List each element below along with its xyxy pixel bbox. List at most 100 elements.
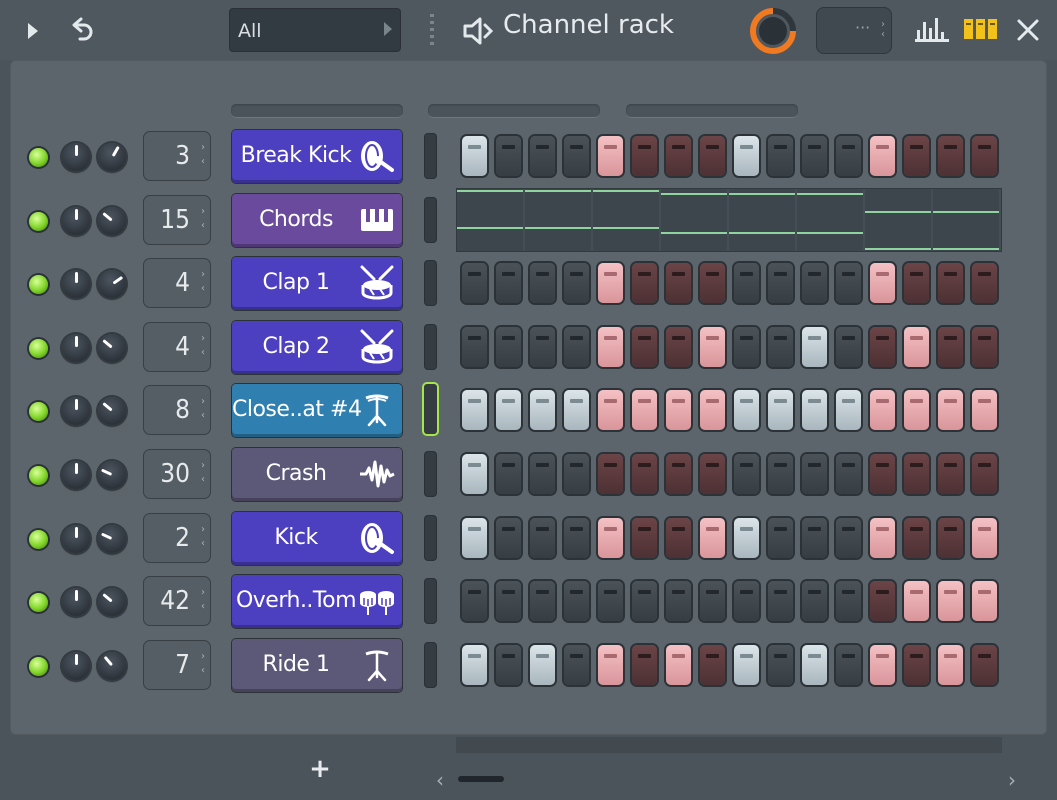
channel-mute-led[interactable] [29,657,48,676]
channel-filter-dropdown[interactable]: All [229,8,401,52]
step-button[interactable] [904,263,929,303]
group-bar-3[interactable] [626,104,798,118]
step-button[interactable] [564,136,589,176]
step-button[interactable] [700,327,725,367]
step-button[interactable] [598,645,623,685]
step-button[interactable] [530,390,555,430]
step-button[interactable] [564,645,589,685]
step-button[interactable] [938,645,963,685]
step-button[interactable] [564,581,589,621]
channel-mute-led[interactable] [29,402,48,421]
step-button[interactable] [496,136,521,176]
step-button[interactable] [802,263,827,303]
step-button[interactable] [598,454,623,494]
step-button[interactable] [836,454,861,494]
step-button[interactable] [870,518,895,558]
step-button[interactable] [870,454,895,494]
step-button[interactable] [802,581,827,621]
step-button[interactable] [836,581,861,621]
step-button[interactable] [598,581,623,621]
step-button[interactable] [496,518,521,558]
channel-pan-knob[interactable] [62,525,90,553]
step-button[interactable] [564,390,589,430]
scroll-thumb[interactable] [458,776,504,782]
step-button[interactable] [496,390,521,430]
step-button[interactable] [768,136,793,176]
step-button[interactable] [496,581,521,621]
swing-knob[interactable] [750,8,796,54]
step-button[interactable] [598,136,623,176]
channel-pan-knob[interactable] [62,397,90,425]
step-button[interactable] [768,454,793,494]
piano-roll-preview[interactable] [456,188,1002,252]
mixer-track-selector[interactable]: 3 › ‹ [143,131,211,181]
channel-select-indicator[interactable] [425,134,436,178]
step-button[interactable] [462,136,487,176]
step-button[interactable] [666,645,691,685]
step-button[interactable] [734,454,759,494]
group-bar-1[interactable] [231,104,403,118]
step-button[interactable] [564,263,589,303]
step-button[interactable] [734,263,759,303]
channel-button[interactable]: Kick [232,512,402,565]
step-button[interactable] [836,327,861,367]
step-button[interactable] [530,263,555,303]
step-button[interactable] [700,581,725,621]
step-button[interactable] [802,645,827,685]
step-button[interactable] [564,518,589,558]
step-button[interactable] [802,454,827,494]
step-button[interactable] [972,263,997,303]
step-button[interactable] [938,581,963,621]
step-button[interactable] [462,518,487,558]
mixer-track-selector[interactable]: 30 › ‹ [143,449,211,499]
step-button[interactable] [768,518,793,558]
scroll-right-icon[interactable]: › [1008,768,1016,792]
step-button[interactable] [462,454,487,494]
channel-button[interactable]: Crash [232,448,402,501]
step-button[interactable] [972,581,997,621]
step-button[interactable] [870,136,895,176]
step-button[interactable] [734,327,759,367]
step-button[interactable] [836,263,861,303]
step-button[interactable] [666,390,691,430]
mixer-track-selector[interactable]: 8 › ‹ [143,385,211,435]
step-button[interactable] [972,645,997,685]
step-button[interactable] [904,390,929,430]
step-button[interactable] [734,645,759,685]
channel-button[interactable]: Break Kick [232,130,402,183]
step-button[interactable] [768,390,793,430]
step-button[interactable] [836,136,861,176]
step-button[interactable] [700,263,725,303]
step-button[interactable] [870,581,895,621]
step-button[interactable] [496,454,521,494]
channel-select-indicator[interactable] [424,384,437,434]
step-button[interactable] [632,390,657,430]
step-button[interactable] [938,263,963,303]
channel-volume-knob[interactable] [98,588,126,616]
step-button[interactable] [734,390,759,430]
channel-mute-led[interactable] [29,212,48,231]
step-button[interactable] [598,518,623,558]
step-button[interactable] [870,645,895,685]
undo-icon[interactable] [64,12,100,48]
channel-pan-knob[interactable] [62,270,90,298]
step-button[interactable] [768,581,793,621]
step-button[interactable] [768,263,793,303]
step-button[interactable] [598,263,623,303]
step-button[interactable] [632,263,657,303]
step-button[interactable] [870,263,895,303]
step-button[interactable] [734,136,759,176]
add-channel-button[interactable]: + [306,756,334,784]
channel-mute-led[interactable] [29,466,48,485]
step-button[interactable] [938,454,963,494]
channel-pan-knob[interactable] [62,143,90,171]
channel-pan-knob[interactable] [62,461,90,489]
step-button[interactable] [598,390,623,430]
step-button[interactable] [632,136,657,176]
channel-button[interactable]: Overh..Tom [232,575,402,628]
step-button[interactable] [462,327,487,367]
step-button[interactable] [972,327,997,367]
channel-pan-knob[interactable] [62,652,90,680]
mixer-track-selector[interactable]: 4 › ‹ [143,258,211,308]
step-button[interactable] [700,645,725,685]
